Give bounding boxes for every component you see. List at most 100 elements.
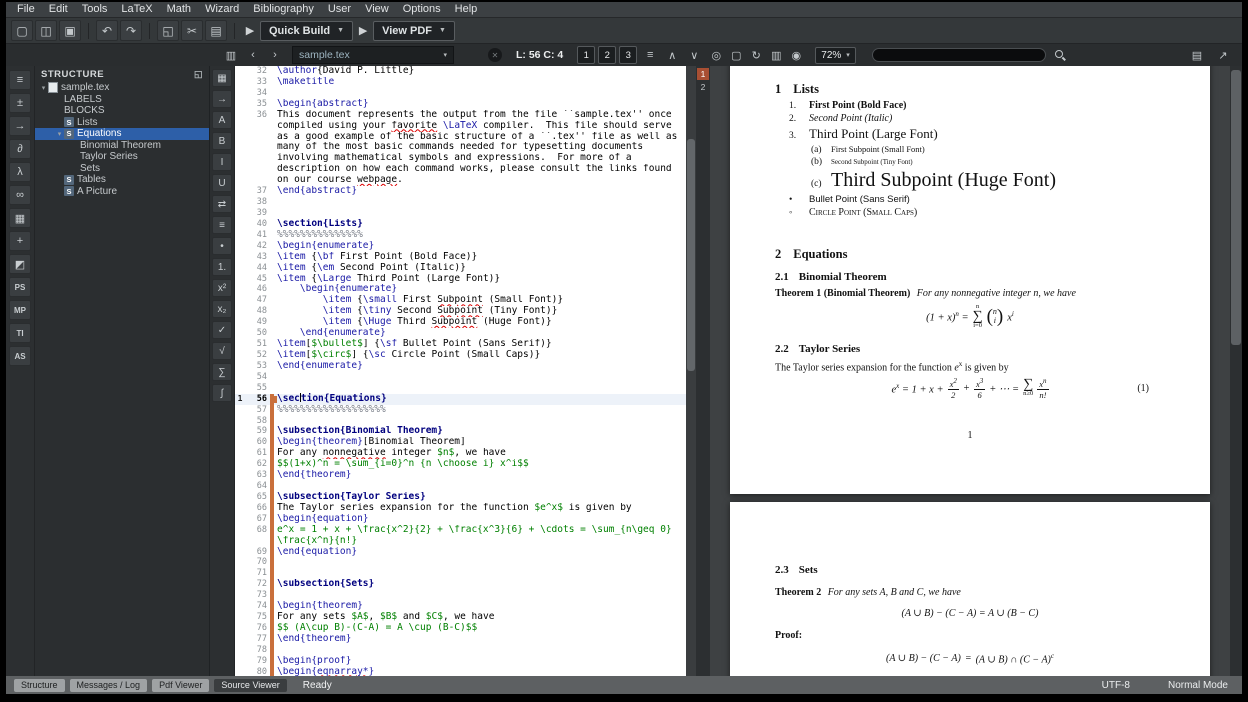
line-number[interactable]: 38 (245, 197, 270, 208)
editor-row[interactable]: 64 (235, 481, 686, 492)
editor-row[interactable]: on our course webpage. (235, 175, 686, 186)
misc-symbols-tab-icon[interactable]: ∞ (9, 185, 31, 205)
editor-row[interactable]: 156\section{Equations} (235, 394, 686, 405)
editor-row[interactable]: 79\begin{proof} (235, 656, 686, 667)
stop-process-icon[interactable]: ✕ (488, 48, 502, 62)
editor-row[interactable]: 44\item {\em Second Point (Italic)} (235, 263, 686, 274)
editor-row[interactable]: 62$$(1+x)^n = \sum_{i=0}^n {n \choose i}… (235, 459, 686, 470)
undo-icon[interactable]: ↶ (96, 20, 118, 41)
line-number[interactable]: 51 (245, 339, 270, 350)
redo-icon[interactable]: ↷ (120, 20, 142, 41)
cut-icon[interactable]: ✂ (181, 20, 203, 41)
bold-icon[interactable]: B (212, 132, 232, 150)
continuous-icon[interactable]: ▥ (767, 47, 785, 63)
editor-row[interactable]: 34 (235, 88, 686, 99)
pdf-page-number-1[interactable]: 1 (697, 68, 709, 80)
tikz-tab-icon[interactable]: TI (9, 323, 31, 343)
arrows-tab-icon[interactable]: → (9, 116, 31, 136)
editor-row[interactable]: 57%%%%%%%%%%%%%%%%%%% (235, 405, 686, 416)
line-number[interactable]: 48 (245, 306, 270, 317)
bookmark-button-2[interactable]: 2 (598, 46, 616, 64)
rotate-icon[interactable]: ↻ (747, 47, 765, 63)
line-number[interactable]: 73 (245, 590, 270, 601)
line-number[interactable]: 71 (245, 568, 270, 579)
statusbar-tab-source-viewer[interactable]: Source Viewer (214, 679, 286, 692)
line-number[interactable]: 74 (245, 601, 270, 612)
line-number[interactable]: 63 (245, 470, 270, 481)
previous-page-icon[interactable]: ∧ (663, 47, 681, 63)
line-number[interactable]: 66 (245, 503, 270, 514)
menu-math[interactable]: Math (160, 2, 198, 17)
editor-row[interactable]: 74\begin{theorem} (235, 601, 686, 612)
menu-view[interactable]: View (358, 2, 396, 17)
most-used-tab-icon[interactable]: + (9, 231, 31, 251)
editor-row[interactable]: 32\author{David P. Little} (235, 66, 686, 77)
editor-scrollbar[interactable] (686, 66, 696, 676)
line-number[interactable]: 49 (245, 317, 270, 328)
editor-row[interactable]: 61For any nonnegative integer $n$, we ha… (235, 448, 686, 459)
line-number[interactable]: 77 (245, 634, 270, 645)
print-icon[interactable]: ▤ (1188, 47, 1206, 63)
line-number[interactable]: 72 (245, 579, 270, 590)
editor-row[interactable]: 49 \item {\Huge Third Subpoint (Huge Fon… (235, 317, 686, 328)
editor-row[interactable]: 70 (235, 557, 686, 568)
line-number[interactable]: 70 (245, 557, 270, 568)
line-number[interactable]: 34 (245, 88, 270, 99)
pstricks-tab-icon[interactable]: PS (9, 277, 31, 297)
line-number[interactable]: 59 (245, 426, 270, 437)
line-number[interactable]: 44 (245, 263, 270, 274)
back-icon[interactable]: ‹ (244, 47, 262, 63)
editor-row[interactable]: 71 (235, 568, 686, 579)
editor-row[interactable]: 46 \begin{enumerate} (235, 284, 686, 295)
editor-row[interactable]: as a good example of the basic structure… (235, 132, 686, 143)
superscript-icon[interactable]: x² (212, 279, 232, 297)
line-number[interactable]: 43 (245, 252, 270, 263)
editor-row[interactable]: 38 (235, 197, 686, 208)
zoom-selector[interactable]: 72% ▾ (815, 47, 856, 64)
editor-row[interactable]: 59\subsection{Binomial Theorem} (235, 426, 686, 437)
editor-row[interactable]: 45\item {\Large Third Point (Large Font)… (235, 274, 686, 285)
favourites-tab-icon[interactable]: ◩ (9, 254, 31, 274)
menu-help[interactable]: Help (448, 2, 485, 17)
editor-row[interactable]: 41%%%%%%%%%%%%%%% (235, 230, 686, 241)
editor-row[interactable]: 48 \item {\tiny Second Subpoint (Tiny Fo… (235, 306, 686, 317)
check-icon[interactable]: ✓ (212, 321, 232, 339)
quick-build-dropdown[interactable]: Quick Build ▼ (260, 21, 353, 41)
line-number[interactable]: 55 (245, 383, 270, 394)
structure-item-sets[interactable]: Sets (35, 163, 209, 175)
font-icon[interactable]: A (212, 111, 232, 129)
editor-row[interactable]: 76$$ (A\cup B)-(C-A) = A \cup (B-C)$$ (235, 623, 686, 634)
line-number[interactable]: 78 (245, 645, 270, 656)
search-icon[interactable] (1054, 49, 1067, 62)
source-editor[interactable]: 32\author{David P. Little}33\maketitle34… (235, 66, 696, 676)
line-number[interactable]: 57 (245, 405, 270, 416)
sqrt-icon[interactable]: √ (212, 342, 232, 360)
line-number[interactable]: 67 (245, 514, 270, 525)
editor-row[interactable]: 42\begin{enumerate} (235, 241, 686, 252)
expand-arrow-icon[interactable]: ▾ (55, 130, 64, 138)
editor-row[interactable]: description on how each command works, p… (235, 164, 686, 175)
line-number[interactable]: 80 (245, 667, 270, 676)
editor-row[interactable]: many of the most basic commands needed f… (235, 142, 686, 153)
editor-row[interactable]: 78 (235, 645, 686, 656)
structure-item-binomial-theorem[interactable]: Binomial Theorem (35, 140, 209, 152)
sum-icon[interactable]: ∑ (212, 363, 232, 381)
structure-item-tables[interactable]: STables (35, 174, 209, 186)
swap-icon[interactable]: ⇄ (212, 195, 232, 213)
structure-item-labels[interactable]: LABELS (35, 94, 209, 106)
editor-row[interactable]: 69\end{equation} (235, 547, 686, 558)
editor-row[interactable]: 43\item {\bf First Point (Bold Face)} (235, 252, 686, 263)
line-number[interactable]: 35 (245, 99, 270, 110)
line-number[interactable]: 62 (245, 459, 270, 470)
open-file-selector[interactable]: sample.tex ▾ (292, 46, 454, 64)
asymptote-tab-icon[interactable]: AS (9, 346, 31, 366)
editor-row[interactable]: \frac{x^n}{n!} (235, 536, 686, 547)
line-number[interactable]: 75 (245, 612, 270, 623)
structure-item-a-picture[interactable]: SA Picture (35, 186, 209, 198)
editor-row[interactable]: 68e^x = 1 + x + \frac{x^2}{2} + \frac{x^… (235, 525, 686, 536)
editor-row[interactable]: 37\end{abstract} (235, 186, 686, 197)
line-number[interactable]: 60 (245, 437, 270, 448)
editor-row[interactable]: 65\subsection{Taylor Series} (235, 492, 686, 503)
editor-row[interactable]: 52\item[$\circ$] {\sc Circle Point (Smal… (235, 350, 686, 361)
editor-row[interactable]: 33\maketitle (235, 77, 686, 88)
